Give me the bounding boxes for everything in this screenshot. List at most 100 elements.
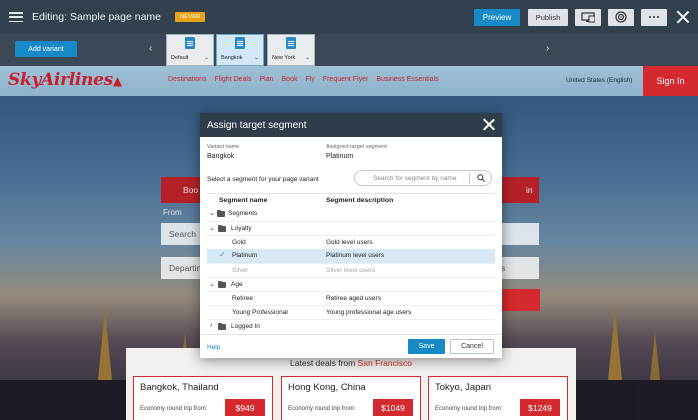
tree-row-loyalty[interactable]: ⌄ Loyalty bbox=[207, 221, 495, 235]
site-navigation: SkyAirlines▲ Destinations Flight Deals P… bbox=[0, 66, 698, 96]
assigned-segment-label: Assigned target segment bbox=[326, 144, 387, 150]
variant-tile-default[interactable]: Default ⌄ bbox=[166, 34, 214, 66]
segment-row-young-professional[interactable]: Young Professional Young professional ag… bbox=[207, 305, 495, 319]
chevron-right-icon[interactable]: › bbox=[210, 322, 212, 329]
variant-tile-bangkok[interactable]: Bangkok ⌄ bbox=[216, 34, 264, 66]
nav-book[interactable]: Book bbox=[282, 76, 298, 83]
chevron-left-icon[interactable]: ‹ bbox=[149, 43, 152, 54]
segment-name: Silver bbox=[232, 267, 249, 274]
variant-tile-new-york[interactable]: New York ⌄ bbox=[267, 34, 315, 66]
status-badge: NEVER bbox=[175, 12, 206, 22]
segment-description: Gold level users bbox=[326, 239, 373, 246]
departing-label: Departin bbox=[169, 263, 202, 273]
publish-button[interactable]: Publish bbox=[528, 8, 568, 26]
deal-card-tokyo[interactable]: Tokyo, Japan Economy round trip from: $1… bbox=[428, 376, 568, 420]
segment-row-gold[interactable]: Gold Gold level users bbox=[207, 235, 495, 249]
chevron-right-icon[interactable]: › bbox=[546, 43, 549, 54]
dialog-header: Assign target segment bbox=[200, 113, 502, 137]
close-icon[interactable] bbox=[483, 118, 495, 131]
nav-flight-deals[interactable]: Flight Deals bbox=[215, 76, 252, 83]
deal-subtitle: Economy round trip from: bbox=[435, 406, 503, 412]
editor-toolbar: Editing: Sample page name NEVER Preview … bbox=[0, 0, 698, 34]
nav-fly[interactable]: Fly bbox=[305, 76, 314, 83]
page-icon bbox=[286, 37, 296, 49]
folder-icon bbox=[218, 280, 226, 288]
chevron-down-icon[interactable]: ⌄ bbox=[204, 54, 209, 61]
page-icon bbox=[235, 37, 245, 49]
chevron-down-icon[interactable]: ⌄ bbox=[209, 224, 215, 232]
from-label: From bbox=[163, 208, 182, 217]
help-link[interactable]: Help bbox=[207, 344, 220, 351]
checkin-tab-label[interactable]: in bbox=[526, 185, 533, 195]
checkmark-icon: ✓ bbox=[219, 250, 226, 259]
assign-segment-dialog: Assign target segment Variant name Bangk… bbox=[200, 113, 502, 358]
more-icon[interactable] bbox=[641, 8, 667, 26]
search-icon[interactable] bbox=[477, 174, 485, 182]
col-segment-description: Segment description bbox=[326, 197, 394, 204]
select-prompt: Select a segment for your page variant bbox=[207, 176, 319, 183]
nav-business-essentials[interactable]: Business Essentials bbox=[376, 76, 438, 83]
plane-icon: ▲ bbox=[112, 74, 122, 88]
segment-search-input[interactable]: Search for segment by name bbox=[354, 170, 492, 186]
search-placeholder: Search for segment by name bbox=[373, 175, 457, 182]
chevron-down-icon[interactable]: ⌄ bbox=[254, 54, 259, 61]
tree-row-segments[interactable]: ⌄ Segments bbox=[207, 207, 495, 221]
cancel-button[interactable]: Cancel bbox=[450, 339, 494, 354]
col-segment-name: Segment name bbox=[219, 197, 268, 204]
folder-icon bbox=[217, 209, 225, 217]
variant-label: Bangkok bbox=[221, 55, 243, 61]
deals-title-prefix: Latest deals from bbox=[290, 358, 356, 368]
deals-origin[interactable]: San Francisco bbox=[358, 358, 412, 368]
screen-icon[interactable] bbox=[575, 8, 601, 26]
tree-row-logged-in[interactable]: › Logged In bbox=[207, 319, 495, 333]
deal-price-button[interactable]: $1249 bbox=[520, 399, 560, 416]
deal-city: Bangkok, Thailand bbox=[140, 382, 219, 393]
segment-name: Gold bbox=[232, 239, 246, 246]
variant-name-value: Bangkok bbox=[207, 153, 235, 160]
variant-strip: Add variant ‹ Default ⌄ Bangkok ⌄ New Yo… bbox=[0, 34, 698, 66]
folder-icon bbox=[218, 322, 226, 330]
booking-tab-label[interactable]: Boo bbox=[183, 185, 198, 195]
segment-row-retiree[interactable]: Retiree Retiree aged users bbox=[207, 291, 495, 305]
segment-name: Retiree bbox=[232, 295, 253, 302]
add-variant-button[interactable]: Add variant bbox=[15, 41, 77, 57]
deal-subtitle: Economy round trip from: bbox=[140, 406, 208, 412]
segment-description: Retiree aged users bbox=[326, 295, 381, 302]
save-button[interactable]: Save bbox=[408, 339, 445, 354]
deal-card-bangkok[interactable]: Bangkok, Thailand Economy round trip fro… bbox=[133, 376, 273, 420]
deal-subtitle: Economy round trip from: bbox=[288, 406, 356, 412]
segment-row-silver[interactable]: Silver Silver level users bbox=[207, 263, 495, 277]
deal-price-button[interactable]: $1049 bbox=[373, 399, 413, 416]
chevron-down-icon[interactable]: ⌄ bbox=[209, 209, 215, 217]
segment-row-platinum[interactable]: ✓ Platinum Platinum level users bbox=[207, 249, 495, 263]
deal-card-hong-kong[interactable]: Hong Kong, China Economy round trip from… bbox=[281, 376, 421, 420]
dialog-title: Assign target segment bbox=[207, 119, 307, 131]
variant-label: Default bbox=[171, 55, 189, 61]
close-icon[interactable] bbox=[676, 10, 690, 24]
chevron-down-icon[interactable]: ⌄ bbox=[305, 54, 310, 61]
segment-table-header: Segment name Segment description bbox=[207, 193, 495, 207]
locale-selector[interactable]: United States (English) bbox=[566, 77, 632, 84]
segment-name: Platinum bbox=[232, 252, 258, 259]
segment-name: Young Professional bbox=[232, 309, 288, 316]
target-icon[interactable] bbox=[608, 8, 634, 26]
deal-city: Hong Kong, China bbox=[288, 382, 366, 393]
variant-name-label: Variant name bbox=[207, 144, 240, 150]
preview-button[interactable]: Preview bbox=[474, 8, 520, 26]
airline-logo[interactable]: SkyAirlines▲ bbox=[8, 70, 122, 90]
segment-name: Segments bbox=[228, 210, 258, 217]
search-divider bbox=[469, 173, 470, 184]
segment-name: Logged In bbox=[231, 323, 260, 330]
deal-price-button[interactable]: $949 bbox=[225, 399, 265, 416]
segment-name: Age bbox=[231, 281, 243, 288]
chevron-down-icon[interactable]: ⌄ bbox=[209, 280, 215, 288]
search-flights-button[interactable] bbox=[500, 289, 540, 311]
segment-description: Young professional age users bbox=[326, 309, 412, 316]
nav-plan[interactable]: Plan bbox=[260, 76, 274, 83]
sign-in-button[interactable]: Sign In bbox=[643, 66, 698, 96]
nav-frequent-flyer[interactable]: Frequent Flyer bbox=[323, 76, 369, 83]
segment-description: Silver level users bbox=[326, 267, 376, 274]
tree-row-age[interactable]: ⌄ Age bbox=[207, 277, 495, 291]
menu-icon[interactable] bbox=[9, 12, 23, 22]
nav-destinations[interactable]: Destinations bbox=[168, 76, 207, 83]
